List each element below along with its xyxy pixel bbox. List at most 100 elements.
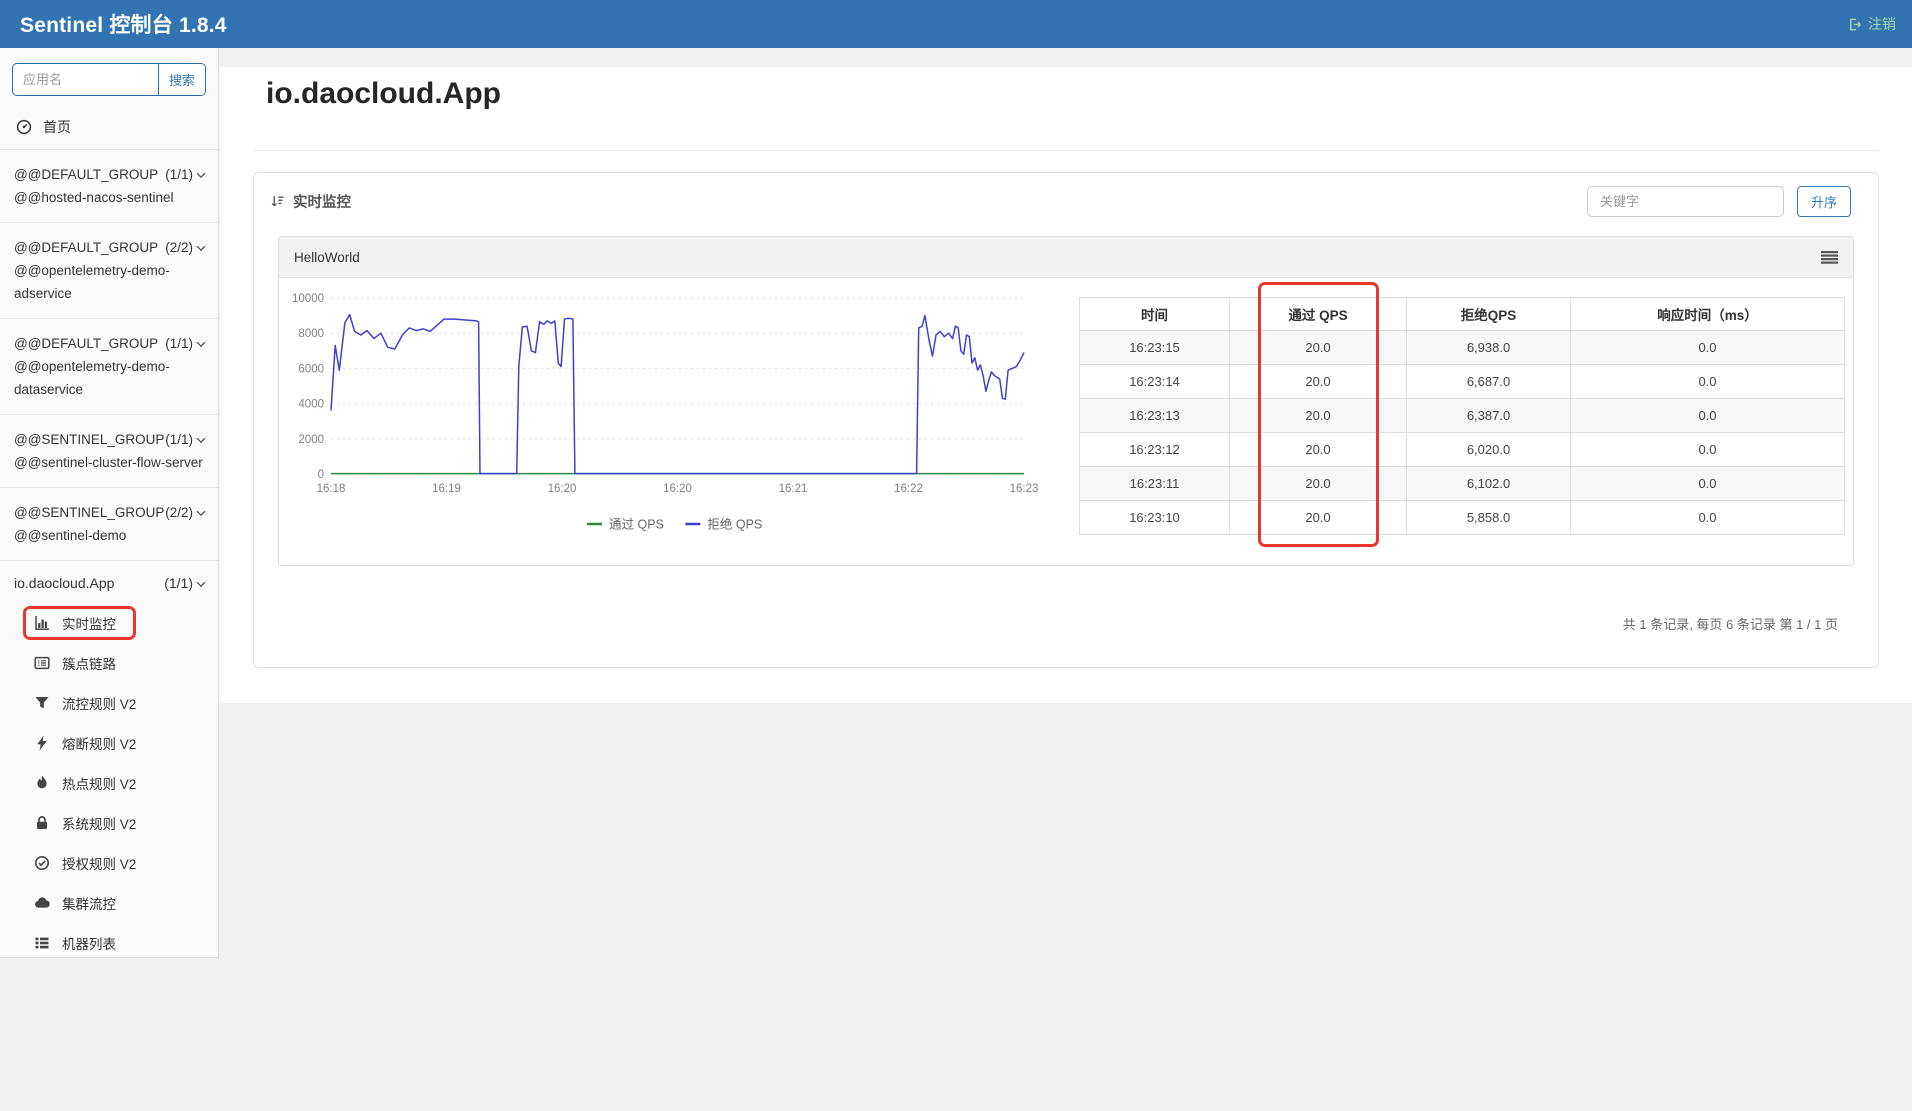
table-cell: 16:23:14 bbox=[1080, 365, 1230, 399]
chevron-down-icon bbox=[196, 501, 206, 524]
app-title: Sentinel 控制台 1.8.4 bbox=[0, 9, 227, 39]
search-button[interactable]: 搜索 bbox=[158, 64, 205, 95]
group-label: @@DEFAULT_GROUP@@opentelemetry-demo-adse… bbox=[14, 240, 170, 301]
legend-label: 通过 QPS bbox=[609, 518, 664, 532]
logout-button[interactable]: 注销 bbox=[1848, 0, 1896, 48]
menu-label: 授权规则 V2 bbox=[62, 853, 136, 873]
machine-list-icon bbox=[34, 935, 50, 951]
cluster-link-icon bbox=[34, 655, 50, 671]
sidebar-group-hosted-nacos-sentinel[interactable]: (1/1) @@DEFAULT_GROUP@@hosted-nacos-sent… bbox=[0, 150, 218, 223]
sidebar-item-system-rules-v2[interactable]: 系统规则 V2 bbox=[0, 803, 218, 843]
resource-card-body: 020004000600080001000016:1816:1916:2016:… bbox=[279, 278, 1853, 566]
chevron-down-icon bbox=[196, 332, 206, 355]
filter-icon bbox=[34, 695, 50, 711]
qps-table-body: 16:23:1520.06,938.00.016:23:1420.06,687.… bbox=[1080, 331, 1845, 535]
group-count: (1/1) bbox=[165, 163, 193, 186]
sign-out-icon bbox=[1848, 17, 1863, 32]
x-tick-label: 16:22 bbox=[894, 483, 923, 495]
app-count: (1/1) bbox=[164, 573, 193, 593]
group-count: (2/2) bbox=[165, 501, 193, 524]
column-header-pass-qps: 通过 QPS bbox=[1230, 298, 1407, 331]
sidebar-group-sentinel-cluster-flow-server[interactable]: (1/1) @@SENTINEL_GROUP@@sentinel-cluster… bbox=[0, 415, 218, 488]
sidebar-app-io-daocloud-App[interactable]: (1/1) io.daocloud.App bbox=[0, 561, 218, 603]
cloud-icon bbox=[34, 895, 50, 911]
app-search-input[interactable] bbox=[13, 64, 158, 95]
table-cell: 20.0 bbox=[1230, 399, 1407, 433]
list-toggle-icon[interactable] bbox=[1821, 251, 1838, 264]
column-header-block-qps: 拒绝QPS bbox=[1407, 298, 1571, 331]
chevron-down-icon bbox=[196, 428, 206, 451]
app-submenu: 实时监控 簇点链路 流控规则 V2 熔断规则 V2 热点规则 V2 bbox=[0, 603, 218, 969]
table-cell: 16:23:13 bbox=[1080, 399, 1230, 433]
resource-card-header: HelloWorld bbox=[279, 237, 1853, 278]
menu-label: 热点规则 V2 bbox=[62, 773, 136, 793]
table-cell: 0.0 bbox=[1571, 331, 1845, 365]
sidebar-item-degrade-rules-v2[interactable]: 熔断规则 V2 bbox=[0, 723, 218, 763]
x-tick-label: 16:19 bbox=[432, 483, 461, 495]
ascending-sort-button[interactable]: 升序 bbox=[1797, 186, 1851, 217]
table-cell: 20.0 bbox=[1230, 501, 1407, 535]
group-label: @@DEFAULT_GROUP@@opentelemetry-demo-data… bbox=[14, 336, 170, 397]
fire-icon bbox=[34, 775, 50, 791]
sidebar-item-flow-rules-v2[interactable]: 流控规则 V2 bbox=[0, 683, 218, 723]
logout-label: 注销 bbox=[1868, 14, 1896, 34]
y-tick-label: 8000 bbox=[298, 328, 324, 340]
table-row: 16:23:1220.06,020.00.0 bbox=[1080, 433, 1845, 467]
legend-label: 拒绝 QPS bbox=[707, 517, 762, 532]
sidebar-item-machine-list[interactable]: 机器列表 bbox=[0, 923, 218, 963]
sidebar-item-realtime-monitor[interactable]: 实时监控 bbox=[0, 603, 218, 643]
table-row: 16:23:1120.06,102.00.0 bbox=[1080, 467, 1845, 501]
table-cell: 20.0 bbox=[1230, 331, 1407, 365]
chevron-down-icon bbox=[196, 163, 206, 186]
x-tick-label: 16:20 bbox=[663, 483, 692, 495]
y-tick-label: 2000 bbox=[298, 434, 324, 446]
sidebar-item-cluster-link[interactable]: 簇点链路 bbox=[0, 643, 218, 683]
x-tick-label: 16:20 bbox=[548, 483, 577, 495]
sidebar-group-opentelemetry-demo-dataservice[interactable]: (1/1) @@DEFAULT_GROUP@@opentelemetry-dem… bbox=[0, 319, 218, 415]
lock-icon bbox=[34, 815, 50, 831]
chevron-down-icon bbox=[196, 573, 206, 593]
title-divider bbox=[253, 150, 1879, 151]
table-cell: 16:23:10 bbox=[1080, 501, 1230, 535]
keyword-input[interactable] bbox=[1587, 186, 1784, 217]
table-header-row: 时间 通过 QPS 拒绝QPS 响应时间（ms） bbox=[1080, 298, 1845, 331]
group-label: @@DEFAULT_GROUP@@hosted-nacos-sentinel bbox=[14, 167, 174, 205]
table-row: 16:23:1520.06,938.00.0 bbox=[1080, 331, 1845, 365]
sidebar-group-sentinel-demo[interactable]: (2/2) @@SENTINEL_GROUP@@sentinel-demo bbox=[0, 488, 218, 561]
reject-qps-line bbox=[331, 315, 1024, 474]
menu-label: 簇点链路 bbox=[62, 653, 116, 673]
sidebar-item-home[interactable]: 首页 bbox=[0, 106, 218, 149]
group-count: (1/1) bbox=[165, 332, 193, 355]
y-tick-label: 10000 bbox=[292, 293, 324, 305]
table-cell: 6,020.0 bbox=[1407, 433, 1571, 467]
column-header-rt: 响应时间（ms） bbox=[1571, 298, 1845, 331]
menu-label: 集群流控 bbox=[62, 893, 116, 913]
table-row: 16:23:1420.06,687.00.0 bbox=[1080, 365, 1845, 399]
group-count: (2/2) bbox=[165, 236, 193, 259]
menu-label: 系统规则 V2 bbox=[62, 813, 136, 833]
resource-name: HelloWorld bbox=[294, 250, 360, 265]
app-label: io.daocloud.App bbox=[14, 575, 114, 591]
table-cell: 0.0 bbox=[1571, 467, 1845, 501]
table-cell: 0.0 bbox=[1571, 501, 1845, 535]
page-title: io.daocloud.App bbox=[266, 76, 1912, 112]
x-tick-label: 16:18 bbox=[317, 483, 346, 495]
sidebar-group-opentelemetry-demo-adservice[interactable]: (2/2) @@DEFAULT_GROUP@@opentelemetry-dem… bbox=[0, 223, 218, 319]
sidebar-item-cluster-flow[interactable]: 集群流控 bbox=[0, 883, 218, 923]
menu-label: 熔断规则 V2 bbox=[62, 733, 136, 753]
menu-label: 流控规则 V2 bbox=[62, 693, 136, 713]
sidebar-item-param-rules-v2[interactable]: 热点规则 V2 bbox=[0, 763, 218, 803]
sidebar: 搜索 首页 (1/1) @@DEFAULT_GROUP@@hosted-naco… bbox=[0, 48, 219, 958]
y-tick-label: 0 bbox=[318, 469, 324, 481]
menu-label: 机器列表 bbox=[62, 933, 116, 953]
table-cell: 16:23:15 bbox=[1080, 331, 1230, 365]
app-search-group: 搜索 bbox=[12, 63, 206, 96]
group-count: (1/1) bbox=[165, 428, 193, 451]
sidebar-item-authority-rules-v2[interactable]: 授权规则 V2 bbox=[0, 843, 218, 883]
table-cell: 0.0 bbox=[1571, 365, 1845, 399]
table-cell: 20.0 bbox=[1230, 365, 1407, 399]
group-label: @@SENTINEL_GROUP@@sentinel-demo bbox=[14, 505, 164, 543]
table-cell: 20.0 bbox=[1230, 433, 1407, 467]
bolt-icon bbox=[34, 735, 50, 751]
check-circle-icon bbox=[34, 855, 50, 871]
